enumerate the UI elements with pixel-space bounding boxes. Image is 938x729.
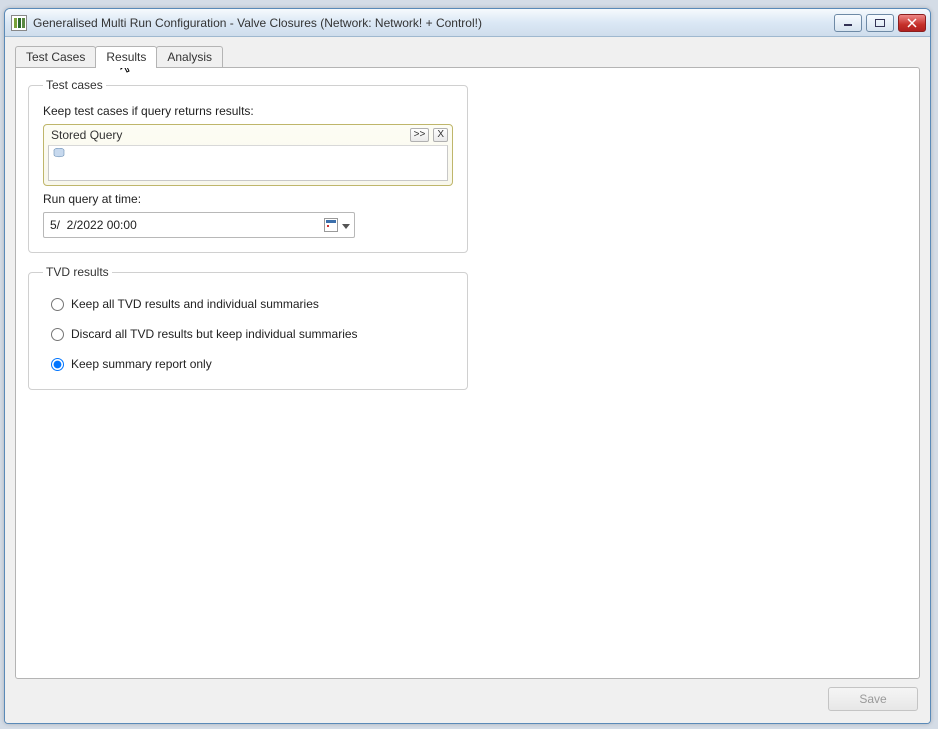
run-query-datetime-input[interactable] (50, 218, 324, 232)
client-area: Test Cases Results Analysis Test cases K… (5, 37, 930, 723)
group-test-cases: Test cases Keep test cases if query retu… (28, 78, 468, 253)
save-button[interactable]: Save (828, 687, 918, 711)
tab-results[interactable]: Results (95, 46, 157, 68)
radio-summary-only-label: Keep summary report only (71, 357, 212, 371)
dialog-window: Generalised Multi Run Configuration - Va… (4, 8, 931, 724)
tab-test-cases[interactable]: Test Cases (15, 46, 96, 68)
radio-keep-all[interactable]: Keep all TVD results and individual summ… (51, 297, 453, 311)
radio-discard-label: Discard all TVD results but keep individ… (71, 327, 358, 341)
minimize-button[interactable] (834, 14, 862, 32)
radio-discard[interactable]: Discard all TVD results but keep individ… (51, 327, 453, 341)
group-tvd-legend: TVD results (43, 265, 112, 279)
group-test-cases-legend: Test cases (43, 78, 106, 92)
stored-query-clear-button[interactable]: X (433, 128, 448, 142)
tab-bar: Test Cases Results Analysis (15, 45, 920, 67)
radio-summary-only-input[interactable] (51, 358, 64, 371)
stored-query-box: Stored Query >> X (43, 124, 453, 186)
app-icon (11, 15, 27, 31)
close-button[interactable] (898, 14, 926, 32)
calendar-icon (324, 218, 338, 232)
tab-panel-results: Test cases Keep test cases if query retu… (15, 67, 920, 679)
stored-query-expand-button[interactable]: >> (410, 128, 430, 142)
radio-discard-input[interactable] (51, 328, 64, 341)
radio-keep-all-input[interactable] (51, 298, 64, 311)
maximize-button[interactable] (866, 14, 894, 32)
tab-analysis[interactable]: Analysis (156, 46, 223, 68)
chevron-down-icon[interactable] (342, 218, 350, 232)
keep-test-cases-label: Keep test cases if query returns results… (43, 104, 453, 118)
radio-summary-only[interactable]: Keep summary report only (51, 357, 453, 371)
database-icon (53, 148, 65, 158)
stored-query-title: Stored Query (51, 128, 122, 142)
radio-keep-all-label: Keep all TVD results and individual summ… (71, 297, 319, 311)
group-tvd-results: TVD results Keep all TVD results and ind… (28, 265, 468, 390)
bottom-bar: Save (15, 679, 920, 713)
titlebar[interactable]: Generalised Multi Run Configuration - Va… (5, 9, 930, 37)
window-title: Generalised Multi Run Configuration - Va… (33, 16, 482, 30)
run-query-time-label: Run query at time: (43, 192, 453, 206)
stored-query-input[interactable] (48, 145, 448, 181)
run-query-datetime-picker[interactable] (43, 212, 355, 238)
